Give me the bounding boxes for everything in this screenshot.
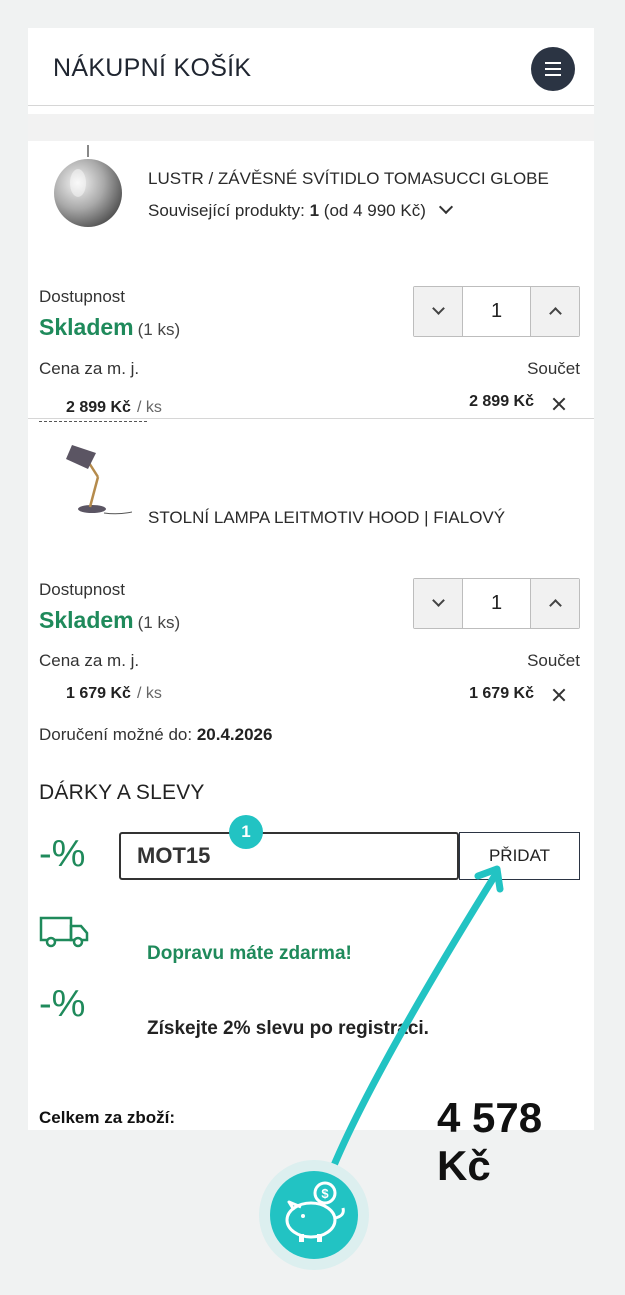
delivery-date-value: 20.4.2026 [196, 725, 273, 744]
coupon-code-input[interactable]: MOT15 [119, 832, 459, 880]
product-image-table-lamp[interactable] [48, 433, 132, 518]
product-name[interactable]: STOLNÍ LAMPA LEITMOTIV HOOD | FIALOVÝ [148, 508, 505, 528]
per-unit: / ks [136, 399, 162, 416]
chevron-down-icon [432, 302, 445, 315]
unit-price-label: Cena za m. j. [39, 651, 140, 670]
remove-item-icon[interactable] [550, 686, 568, 704]
delivery-date: Doručení možné do: 20.4.2026 [39, 725, 272, 745]
chevron-down-icon [432, 594, 445, 607]
availability-label: Dostupnost [39, 580, 125, 599]
cart-item: LUSTR / ZÁVĚSNÉ SVÍTIDLO TOMASUCCI GLOBE… [28, 141, 594, 422]
delivery-label: Doručení možné do: [39, 725, 193, 744]
quantity-stepper: 1 [413, 578, 580, 629]
piggy-bank-icon: $ [259, 1160, 369, 1270]
free-shipping-text: Dopravu máte zdarma! [147, 943, 352, 964]
total-goods-value: 4 578 Kč [437, 1094, 543, 1189]
discount-percent-icon: -% [39, 833, 86, 875]
related-price: (od 4 990 Kč) [323, 201, 426, 220]
unit-price[interactable]: 2 899 Kč / ks [66, 399, 162, 417]
unit-price-value: 2 899 Kč [66, 399, 131, 416]
stock-count: (1 ks) [137, 320, 181, 339]
add-coupon-button[interactable]: PŘIDAT [459, 832, 580, 880]
stock-status-text: Skladem [39, 314, 134, 340]
stock-status: Skladem (1 ks) [39, 607, 180, 634]
stock-status: Skladem (1 ks) [39, 314, 180, 341]
increase-quantity-button[interactable] [530, 579, 579, 628]
svg-text:$: $ [321, 1186, 329, 1201]
quantity-stepper: 1 [413, 286, 580, 337]
cart-card: NÁKUPNÍ KOŠÍK LUSTR / ZÁVĚSNÉ SVÍTIDLO T… [28, 28, 594, 1189]
chevron-up-icon [549, 307, 562, 320]
unit-price: 1 679 Kč / ks [66, 685, 162, 703]
cart-header: NÁKUPNÍ KOŠÍK [28, 28, 594, 106]
chevron-up-icon [549, 599, 562, 612]
quantity-value[interactable]: 1 [463, 579, 530, 628]
step-badge: 1 [229, 815, 263, 849]
product-image-globe-chandelier[interactable] [48, 145, 128, 230]
product-name[interactable]: LUSTR / ZÁVĚSNÉ SVÍTIDLO TOMASUCCI GLOBE [148, 169, 549, 189]
page-title: NÁKUPNÍ KOŠÍK [53, 54, 252, 82]
related-label: Související produkty: [148, 201, 305, 220]
unit-price-label: Cena za m. j. [39, 359, 140, 378]
increase-quantity-button[interactable] [530, 287, 579, 336]
availability-label: Dostupnost [39, 287, 125, 306]
quantity-value[interactable]: 1 [463, 287, 530, 336]
decrease-quantity-button[interactable] [414, 287, 463, 336]
item-total: 1 679 Kč [469, 685, 534, 702]
related-count: 1 [309, 201, 320, 220]
gifts-title: DÁRKY A SLEVY [39, 781, 205, 804]
related-products-toggle[interactable]: Související produkty: 1 (od 4 990 Kč) [148, 199, 453, 221]
truck-icon [39, 916, 89, 948]
cart-item: STOLNÍ LAMPA LEITMOTIV HOOD | FIALOVÝ Do… [28, 420, 594, 710]
item-total: 2 899 Kč [469, 393, 534, 410]
remove-item-icon[interactable] [550, 395, 568, 413]
total-label: Součet [527, 651, 580, 670]
total-label: Součet [527, 359, 580, 378]
hamburger-menu-icon[interactable] [531, 47, 575, 91]
stock-count: (1 ks) [137, 613, 181, 632]
stock-status-text: Skladem [39, 607, 134, 633]
total-goods-label: Celkem za zboží: [39, 1108, 176, 1127]
registration-discount-text[interactable]: Získejte 2% slevu po registraci. [147, 1018, 429, 1040]
per-unit: / ks [136, 685, 162, 702]
divider-strip [28, 114, 594, 141]
unit-price-value: 1 679 Kč [66, 685, 131, 702]
registration-percent-icon: -% [39, 983, 86, 1025]
chevron-down-icon [438, 199, 453, 215]
decrease-quantity-button[interactable] [414, 579, 463, 628]
